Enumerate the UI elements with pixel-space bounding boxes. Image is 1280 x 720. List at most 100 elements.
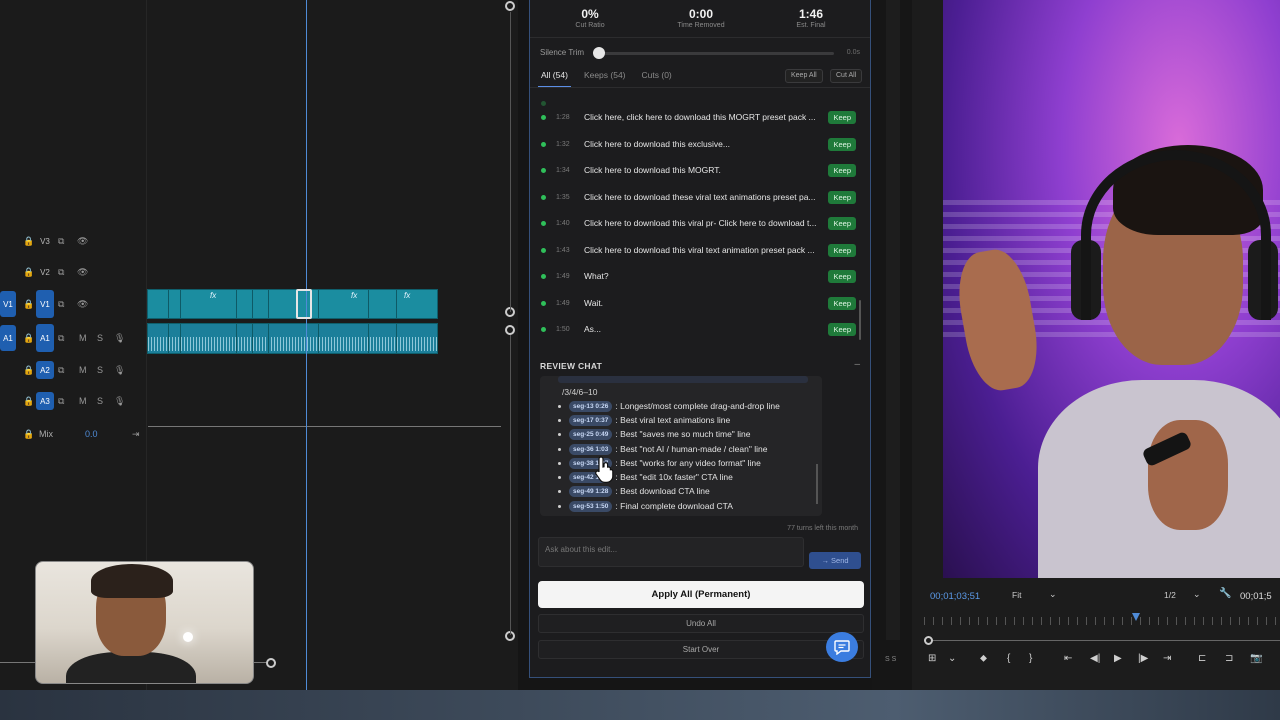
segment-chip[interactable]: seg-36 1:03: [569, 443, 613, 455]
list-item[interactable]: 1:49 Wait. Keep: [530, 290, 862, 316]
list-item[interactable]: 1:28 Click here, click here to download …: [530, 104, 862, 130]
start-over-button[interactable]: Start Over: [538, 640, 864, 659]
track-name-v2[interactable]: V2: [36, 263, 54, 281]
chat-bubble-icon[interactable]: [826, 632, 858, 662]
tab-all[interactable]: All (54): [538, 70, 571, 88]
tab-cuts[interactable]: Cuts (0): [639, 70, 675, 88]
list-item[interactable]: 1:43 Click here to download this viral t…: [530, 237, 862, 263]
chevron-down-icon[interactable]: ⌄: [1049, 589, 1057, 600]
segment-chip[interactable]: seg-13 0:26: [569, 400, 613, 412]
keep-badge[interactable]: Keep: [828, 296, 856, 310]
vertical-scrollbar[interactable]: [510, 12, 511, 312]
vertical-scrollbar[interactable]: [510, 335, 511, 635]
list-item[interactable]: 1:32 Click here to download this exclusi…: [530, 131, 862, 157]
sync-lock-icon[interactable]: ⧉: [58, 267, 64, 278]
resolution-select[interactable]: 1/2: [1164, 590, 1176, 600]
mark-out-icon[interactable]: }: [1029, 653, 1032, 664]
vertical-scroll-knob[interactable]: [505, 1, 515, 11]
go-to-end-icon[interactable]: ⇥: [132, 429, 140, 440]
microphone-icon[interactable]: 🎙: [114, 333, 125, 344]
add-marker-icon[interactable]: ⬥: [980, 653, 987, 664]
chevron-down-icon[interactable]: ⌄: [1193, 589, 1201, 600]
zoom-select[interactable]: Fit: [1012, 590, 1021, 600]
mark-in-icon[interactable]: {: [1007, 653, 1010, 664]
sync-lock-icon[interactable]: ⧉: [58, 396, 64, 407]
microphone-icon[interactable]: 🎙: [114, 396, 125, 407]
solo-button[interactable]: S: [97, 333, 103, 343]
keep-badge[interactable]: Keep: [828, 322, 856, 336]
mute-button[interactable]: M: [79, 365, 87, 375]
step-back-icon[interactable]: ◀|: [1090, 653, 1100, 664]
insert-icon[interactable]: ⊏: [1198, 653, 1206, 664]
segment-chip[interactable]: seg-17 0:37: [569, 414, 613, 426]
overwrite-icon[interactable]: ⊐: [1225, 653, 1233, 664]
silence-trim-handle[interactable]: [593, 47, 605, 59]
lock-icon[interactable]: 🔒: [23, 396, 34, 407]
playhead[interactable]: [306, 0, 307, 690]
list-item[interactable]: 1:34 Click here to download this MOGRT. …: [530, 157, 862, 183]
source-target-v1[interactable]: V1: [0, 291, 16, 317]
apply-all-button[interactable]: Apply All (Permanent): [538, 581, 864, 608]
wrench-icon[interactable]: 🔧: [1219, 588, 1231, 599]
segment-chip[interactable]: seg-49 1:28: [569, 485, 613, 497]
track-name-v3[interactable]: V3: [36, 232, 54, 250]
collapse-icon[interactable]: –: [854, 359, 860, 370]
list-item[interactable]: 1:50 As... Keep: [530, 316, 862, 342]
monitor-zoom-bar[interactable]: [924, 640, 1280, 641]
mute-button[interactable]: M: [79, 396, 87, 406]
keep-badge[interactable]: Keep: [828, 190, 856, 204]
horizontal-scroll-knob[interactable]: [266, 658, 276, 668]
lock-icon[interactable]: 🔒: [23, 267, 34, 278]
list-item[interactable]: 1:49 What? Keep: [530, 263, 862, 289]
ask-input[interactable]: Ask about this edit...: [538, 537, 804, 567]
keep-badge[interactable]: Keep: [828, 110, 856, 124]
sync-lock-icon[interactable]: ⧉: [58, 365, 64, 376]
track-name-a3[interactable]: A3: [36, 392, 54, 410]
segment-chip[interactable]: seg-25 0:49: [569, 428, 613, 440]
audio-clip[interactable]: [147, 323, 438, 354]
keep-badge[interactable]: Keep: [828, 137, 856, 151]
play-icon[interactable]: ▶: [1114, 653, 1122, 664]
solo-button[interactable]: S: [97, 365, 103, 375]
track-name-a1[interactable]: A1: [36, 324, 54, 352]
tab-keeps[interactable]: Keeps (54): [581, 70, 629, 88]
mute-button[interactable]: M: [79, 333, 87, 343]
vertical-scroll-knob[interactable]: [505, 325, 515, 335]
source-target-a1[interactable]: A1: [0, 325, 16, 351]
send-button[interactable]: → Send: [809, 552, 861, 569]
track-name-v1[interactable]: V1: [36, 290, 54, 318]
cut-all-button[interactable]: Cut All: [830, 69, 863, 83]
microphone-icon[interactable]: 🎙: [114, 365, 125, 376]
eye-icon[interactable]: 👁: [77, 267, 88, 278]
track-name-a2[interactable]: A2: [36, 361, 54, 379]
chat-scrollbar[interactable]: [816, 464, 818, 504]
sync-lock-icon[interactable]: ⧉: [58, 333, 64, 344]
keep-badge[interactable]: Keep: [828, 269, 856, 283]
lock-icon[interactable]: 🔒: [23, 236, 34, 247]
keep-all-button[interactable]: Keep All: [785, 69, 823, 83]
playhead-timecode[interactable]: 00;01;03;51: [930, 591, 980, 602]
monitor-zoom-handle[interactable]: [924, 636, 933, 645]
sync-lock-icon[interactable]: ⧉: [58, 299, 64, 310]
undo-all-button[interactable]: Undo All: [538, 614, 864, 633]
video-clip[interactable]: fx fx fx: [147, 289, 438, 319]
list-item[interactable]: 1:35 Click here to download these viral …: [530, 184, 862, 210]
keep-badge[interactable]: Keep: [828, 163, 856, 177]
list-item[interactable]: 1:40 Click here to download this viral p…: [530, 210, 862, 236]
go-to-out-icon[interactable]: ⇥: [1163, 653, 1171, 664]
lock-icon[interactable]: 🔒: [23, 365, 34, 376]
segment-list-scrollbar[interactable]: [859, 300, 861, 340]
keep-badge[interactable]: Keep: [828, 243, 856, 257]
sync-lock-icon[interactable]: ⧉: [58, 236, 64, 247]
segment-chip[interactable]: seg-53 1:50: [569, 500, 613, 512]
monitor-time-ruler[interactable]: [924, 617, 1280, 625]
lock-icon[interactable]: 🔒: [23, 299, 34, 310]
silence-trim-slider[interactable]: [598, 52, 834, 55]
safe-margins-icon[interactable]: ⊞: [928, 653, 936, 664]
export-frame-icon[interactable]: 📷: [1250, 653, 1262, 664]
chevron-down-icon[interactable]: ⌄: [948, 653, 956, 664]
lock-icon[interactable]: 🔒: [23, 333, 34, 344]
go-to-in-icon[interactable]: ⇤: [1064, 653, 1072, 664]
step-forward-icon[interactable]: |▶: [1138, 653, 1148, 664]
keep-badge[interactable]: Keep: [828, 216, 856, 230]
